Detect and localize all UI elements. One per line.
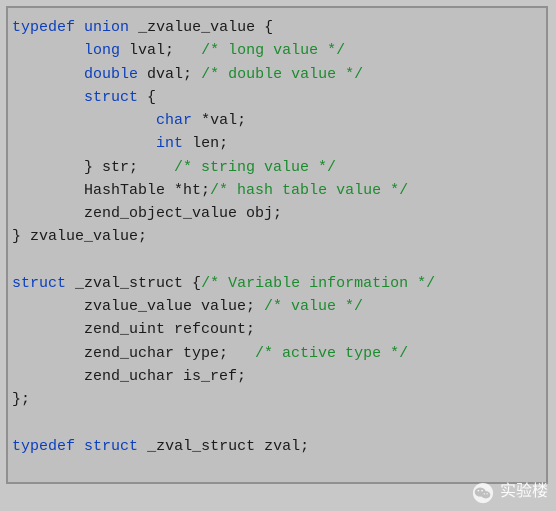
keyword-struct: struct <box>84 89 138 106</box>
comment: /* double value */ <box>201 66 363 83</box>
keyword-char: char <box>156 112 192 129</box>
comment: /* Variable information */ <box>201 275 435 292</box>
identifier: *val; <box>201 112 246 129</box>
code-panel: typedef union _zvalue_value { long lval;… <box>6 6 548 484</box>
identifier: zvalue_value value; <box>84 298 264 315</box>
identifier: zend_uchar type; <box>84 345 255 362</box>
comment: /* string value */ <box>174 159 336 176</box>
identifier: zend_uchar is_ref; <box>84 368 246 385</box>
identifier: }; <box>12 391 30 408</box>
identifier: HashTable *ht; <box>84 182 210 199</box>
identifier: dval; <box>147 66 201 83</box>
comment: /* hash table value */ <box>210 182 408 199</box>
comment: /* value */ <box>264 298 363 315</box>
identifier: _zval_struct { <box>75 275 201 292</box>
keyword-double: double <box>84 66 138 83</box>
identifier: len; <box>192 135 228 152</box>
identifier: } zvalue_value; <box>12 228 147 245</box>
keyword-long: long <box>84 42 120 59</box>
keyword-struct: struct <box>12 275 66 292</box>
comment: /* active type */ <box>255 345 408 362</box>
keyword-int: int <box>156 135 183 152</box>
identifier: { <box>147 89 156 106</box>
wechat-icon <box>472 482 494 504</box>
identifier: lval; <box>129 42 201 59</box>
keyword-typedef: typedef <box>12 19 75 36</box>
identifier: zend_object_value obj; <box>84 205 282 222</box>
comment: /* long value */ <box>201 42 345 59</box>
identifier: zend_uint refcount; <box>84 321 255 338</box>
identifier: _zvalue_value { <box>138 19 273 36</box>
keyword-typedef: typedef <box>12 438 75 455</box>
code-block: typedef union _zvalue_value { long lval;… <box>12 16 542 458</box>
identifier: _zval_struct zval; <box>147 438 309 455</box>
keyword-union: union <box>84 19 129 36</box>
identifier: } str; <box>84 159 174 176</box>
keyword-struct: struct <box>84 438 138 455</box>
